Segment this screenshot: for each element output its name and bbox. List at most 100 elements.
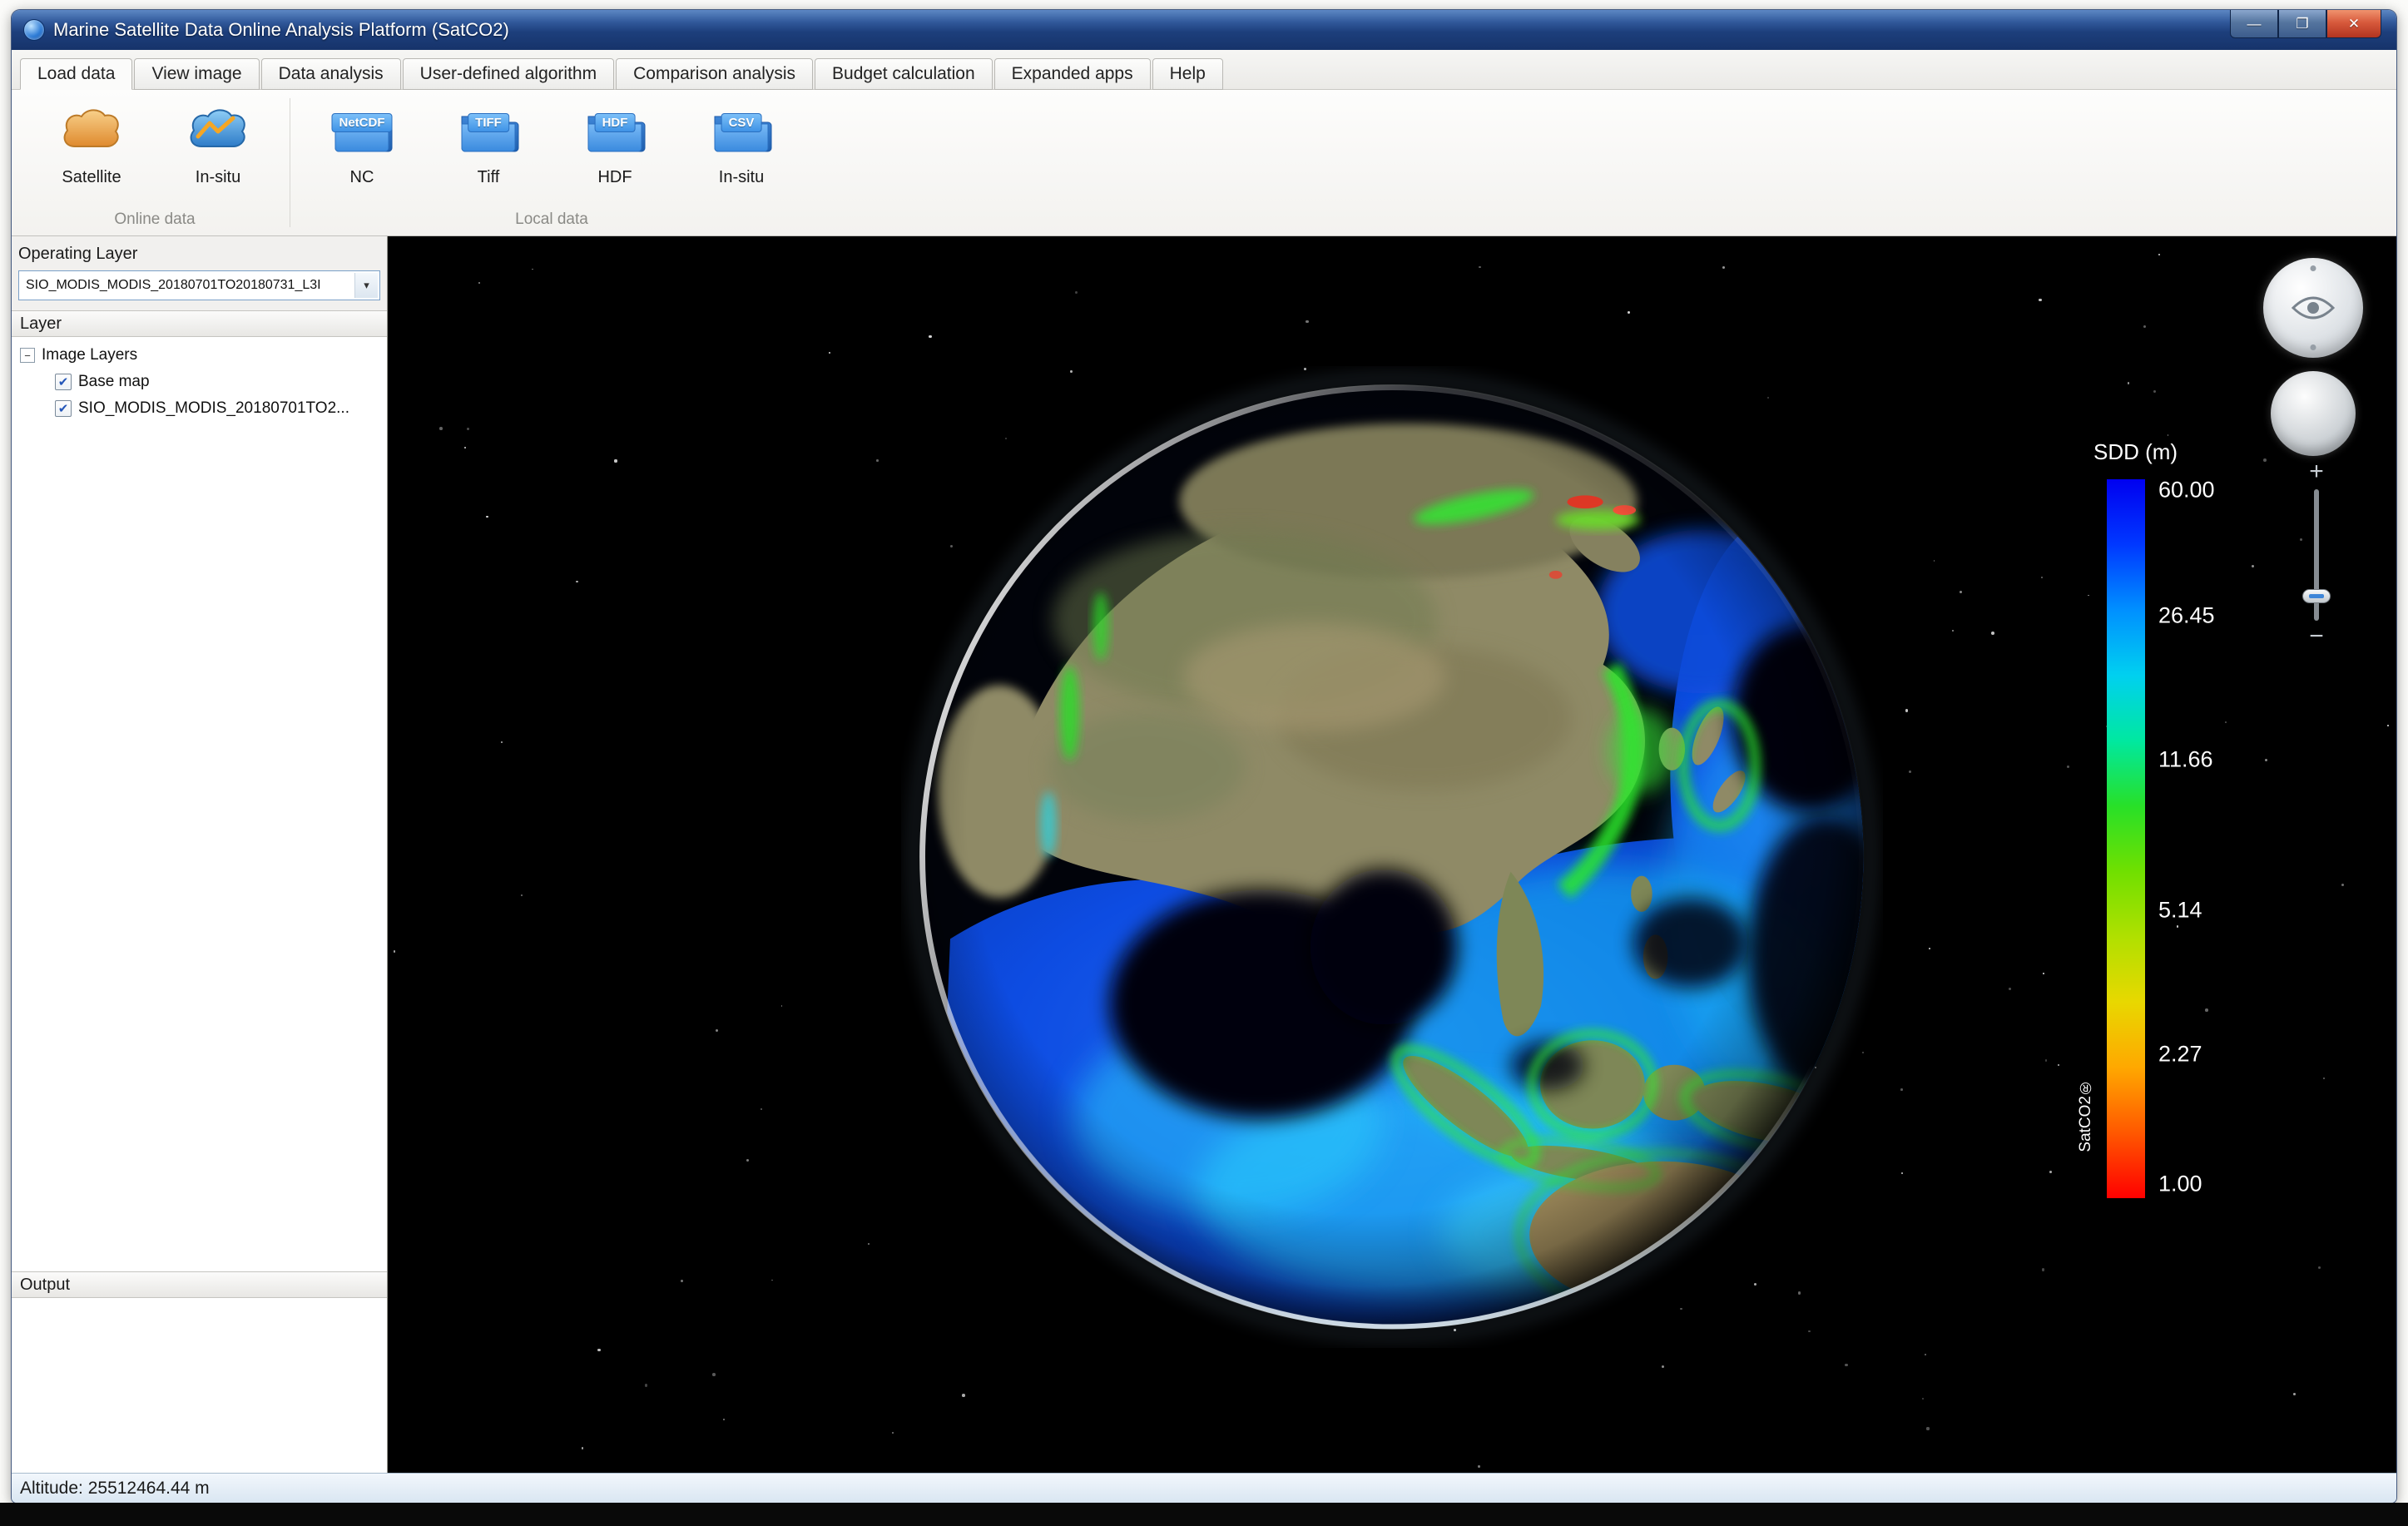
star-dot [1628,311,1630,315]
star-dot [2167,434,2169,436]
star-dot [478,281,480,285]
ribbon-item-label: In-situ [718,168,765,186]
close-button[interactable]: ✕ [2326,10,2381,38]
star-dot [2057,1063,2060,1067]
star-dot [1661,1365,1665,1369]
colorbar-ticks: 60.00 26.45 11.66 5.14 2.27 1.00 [2158,477,2275,1198]
maximize-button[interactable]: ❐ [2278,10,2326,38]
star-dot [2008,988,2011,991]
star-dot [597,1348,601,1351]
ribbon-item-label: NC [349,168,374,186]
netcdf-folder-icon: NetCDF [325,100,399,161]
layer-tree: − Image Layers ✔ Base map ✔ SIO_MODIS_MO… [12,337,387,1271]
globe-3d[interactable] [901,366,1883,1348]
view-pan-trackball[interactable] [2271,371,2356,456]
colorbar-tick: 11.66 [2158,746,2213,772]
app-icon [23,19,45,41]
checkbox-checked-icon[interactable]: ✔ [55,374,72,390]
star-dot [1074,290,1078,295]
star-dot [868,1242,870,1245]
star-dot [2049,1171,2052,1173]
star-dot [680,1280,683,1283]
star-dot [876,459,879,462]
star-dot [1926,1427,1930,1430]
insitu-local-button[interactable]: CSV In-situ [680,97,803,204]
ribbon: Satellite In-situ Online data NetCDF NC … [12,90,2396,236]
star-dot [614,459,617,463]
sidebar: Operating Layer SIO_MODIS_MODIS_20180701… [12,236,388,1473]
star-dot [2039,298,2042,302]
star-dot [929,334,932,339]
star-dot [576,580,578,582]
colorbar-tick: 1.00 [2158,1171,2202,1197]
ribbon-item-label: HDF [597,168,632,186]
minimize-button[interactable]: — [2230,10,2278,38]
star-dot [746,1158,749,1162]
nc-button[interactable]: NetCDF NC [300,97,424,204]
tab-budget-calculation[interactable]: Budget calculation [815,58,993,90]
ribbon-item-label: Satellite [62,168,121,186]
checkbox-checked-icon[interactable]: ✔ [55,400,72,417]
tiff-button[interactable]: TIFF Tiff [427,97,550,204]
zoom-in-button[interactable]: + [2300,459,2333,484]
tab-view-image[interactable]: View image [134,58,260,90]
legend-title: SDD (m) [2093,439,2178,464]
star-dot [1929,948,1930,949]
insitu-online-button[interactable]: In-situ [156,97,280,204]
satellite-button[interactable]: Satellite [30,97,153,204]
chevron-down-icon[interactable]: ▾ [354,273,378,298]
ribbon-group-online-data: Satellite In-situ Online data [25,90,285,235]
hdf-folder-icon: HDF [577,100,652,161]
tab-load-data[interactable]: Load data [20,58,133,90]
ribbon-group-caption: Local data [515,211,588,228]
star-dot [532,268,534,270]
star-dot [1990,632,1994,635]
ribbon-item-label: In-situ [195,168,241,186]
title-bar[interactable]: Marine Satellite Data Online Analysis Pl… [12,10,2396,50]
tree-item-sio-modis-layer[interactable]: ✔ SIO_MODIS_MODIS_20180701TO2... [12,395,387,422]
output-panel [12,1298,387,1473]
star-dot [393,949,396,953]
csv-folder-icon: CSV [704,100,779,161]
star-dot [581,1447,583,1449]
star-dot [520,894,523,897]
layer-panel-header: Layer [12,310,387,337]
star-dot [438,426,443,430]
eye-icon [2291,296,2336,320]
tab-comparison-analysis[interactable]: Comparison analysis [616,58,814,90]
tab-data-analysis[interactable]: Data analysis [260,58,401,90]
tree-root-label: Image Layers [42,346,138,364]
bottom-black-strip [0,1503,2408,1526]
tab-expanded-apps[interactable]: Expanded apps [993,58,1151,90]
output-panel-header: Output [12,1271,387,1298]
star-dot [2042,973,2044,974]
zoom-out-button[interactable]: − [2300,624,2333,649]
star-dot [2127,382,2130,384]
star-dot [2088,594,2089,597]
collapse-icon[interactable]: − [20,348,35,363]
operating-layer-label: Operating Layer [18,245,138,263]
colorbar-tick: 2.27 [2158,1041,2202,1067]
tiff-folder-icon: TIFF [451,100,526,161]
tree-root-image-layers[interactable]: − Image Layers [12,342,387,369]
tab-user-defined-algorithm[interactable]: User-defined algorithm [402,58,615,90]
tree-item-base-map[interactable]: ✔ Base map [12,369,387,395]
tab-help[interactable]: Help [1152,58,1223,90]
view-rotate-control[interactable] [2263,258,2363,358]
viewport[interactable]: + − SDD (m) 60.00 26.45 11.66 5.14 2.27 1.00 … [388,236,2396,1473]
folder-badge: CSV [721,113,762,132]
tree-item-label: SIO_MODIS_MODIS_20180701TO2... [78,399,349,417]
legend-brand: SatCO2® [2077,1078,2094,1152]
star-dot [780,1005,783,1008]
hdf-button[interactable]: HDF HDF [553,97,676,204]
star-dot [486,516,488,518]
folder-badge: TIFF [468,113,509,132]
star-dot [1306,320,1309,324]
zoom-slider-handle[interactable] [2302,589,2331,603]
star-dot [2066,765,2070,769]
star-dot [645,1384,648,1387]
star-dot [464,447,467,449]
star-dot [1845,1363,1848,1367]
star-dot [2158,253,2161,256]
operating-layer-select[interactable]: SIO_MODIS_MODIS_20180701TO20180731_L3I ▾ [18,270,380,300]
